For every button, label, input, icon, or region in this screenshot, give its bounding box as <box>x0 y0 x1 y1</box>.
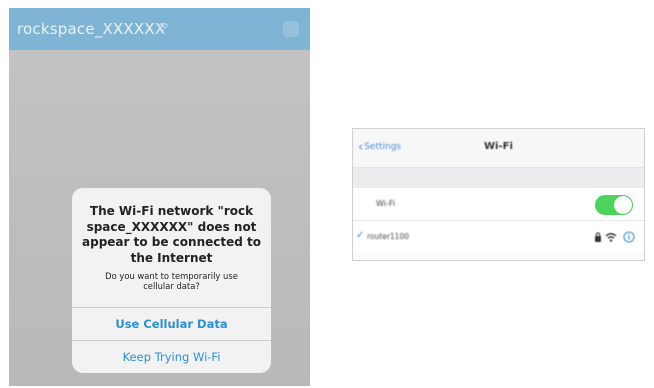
connectivity-alert-dialog: The Wi-Fi network "rock space_XXXXXX" do… <box>72 188 271 373</box>
wifi-toggle-row: Wi-Fi <box>353 188 644 221</box>
toggle-knob <box>614 196 632 214</box>
back-link-label: Settings <box>364 142 402 152</box>
alert-title: The Wi-Fi network "rock space_XXXXXX" do… <box>82 204 261 265</box>
header-menu-icon[interactable] <box>283 21 299 37</box>
info-icon <box>623 231 635 243</box>
wifi-settings-panel: ‹ Settings Wi-Fi Wi-Fi ✓ router1100 <box>352 128 645 261</box>
wifi-row-label: Wi-Fi <box>376 199 396 208</box>
wifi-toggle-switch[interactable] <box>595 195 633 215</box>
wifi-icon <box>157 22 169 32</box>
settings-page-title: Wi-Fi <box>484 141 513 152</box>
use-cellular-data-button[interactable]: Use Cellular Data <box>72 308 271 340</box>
network-ssid-label: rockspace_XXXXXX <box>17 20 166 38</box>
app-header: rockspace_XXXXXX <box>9 8 310 50</box>
connected-network-row[interactable]: ✓ router1100 <box>353 221 644 253</box>
alert-message: Do you want to temporarily use cellular … <box>105 271 238 291</box>
network-name-label: router1100 <box>367 232 409 241</box>
section-spacer <box>353 168 644 188</box>
back-to-settings-link[interactable]: ‹ Settings <box>358 139 402 155</box>
wifi-signal-icon <box>605 233 617 242</box>
settings-nav-bar: ‹ Settings Wi-Fi <box>353 129 644 168</box>
phone-screen: rockspace_XXXXXX The Wi-Fi network "rock… <box>9 8 310 386</box>
chevron-left-icon: ‹ <box>358 139 364 155</box>
checkmark-icon: ✓ <box>356 230 365 241</box>
keep-trying-wifi-button[interactable]: Keep Trying Wi-Fi <box>72 341 271 373</box>
lock-icon <box>595 232 601 242</box>
network-status-icons <box>595 231 635 243</box>
